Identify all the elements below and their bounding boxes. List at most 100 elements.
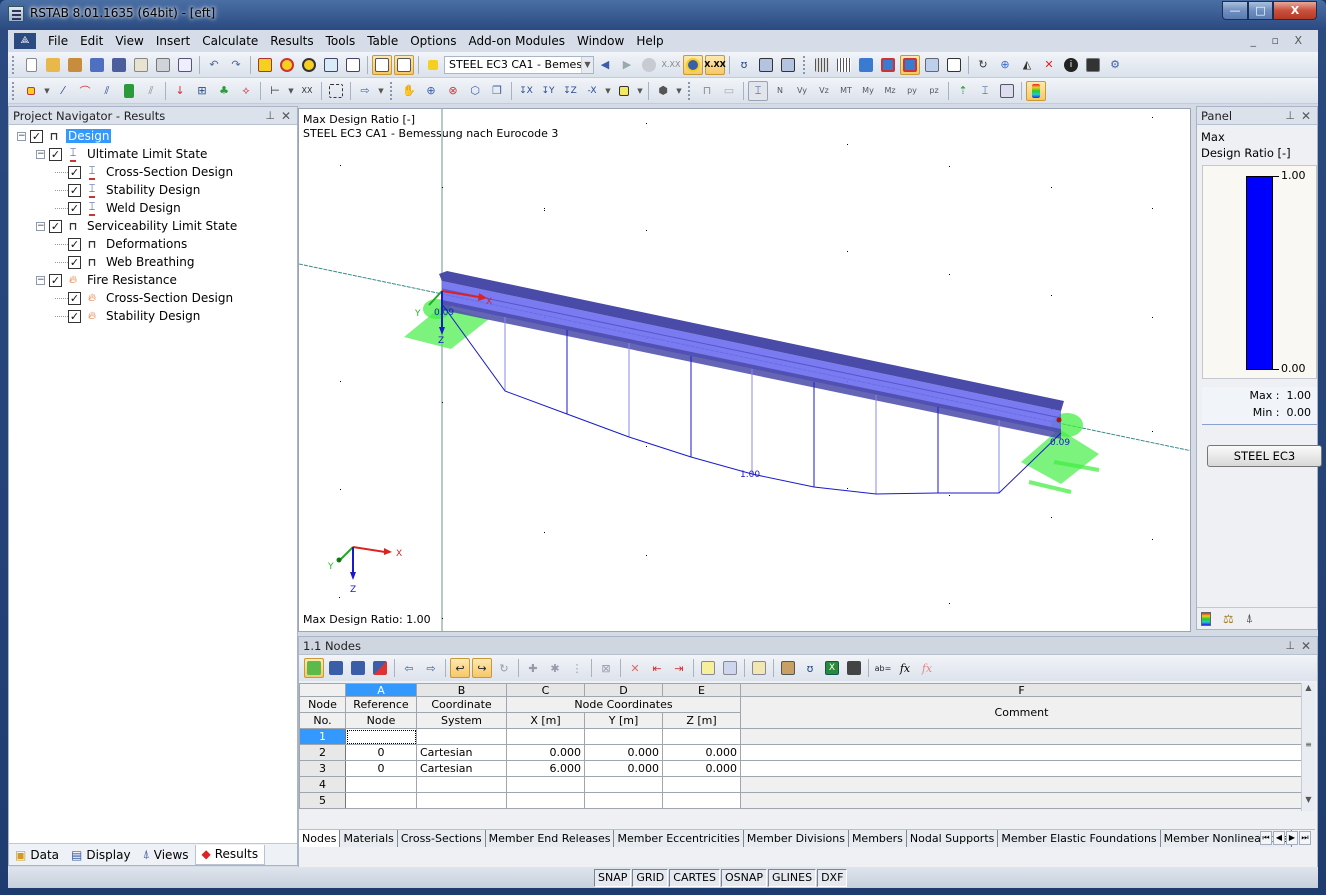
tree-item[interactable]: ✓ 🔥︎ Cross-Section Design bbox=[9, 289, 297, 307]
table-cell-z[interactable] bbox=[662, 792, 741, 809]
view-x-icon[interactable]: ↧X bbox=[516, 81, 536, 101]
scroll-down-icon[interactable]: ▼ bbox=[1302, 795, 1315, 804]
insert-row-icon[interactable] bbox=[326, 658, 346, 678]
results-icon[interactable] bbox=[639, 55, 659, 75]
settings-icon[interactable] bbox=[1083, 55, 1103, 75]
steel-ec3-button[interactable]: STEEL EC3 bbox=[1207, 445, 1322, 467]
open-database-icon[interactable] bbox=[87, 55, 107, 75]
delete-row-icon[interactable]: ✕ bbox=[625, 658, 645, 678]
table-cell-y[interactable] bbox=[584, 776, 663, 793]
tree-item[interactable]: ✓ ⌶ Cross-Section Design bbox=[9, 163, 297, 181]
zoom-node-icon[interactable] bbox=[277, 55, 297, 75]
table-view-icon[interactable] bbox=[372, 54, 392, 75]
tab-views[interactable]: ⍋ Views bbox=[137, 845, 195, 865]
tree-item[interactable]: ✓ ⊓ Deformations bbox=[9, 235, 297, 253]
color-panel-icon[interactable] bbox=[1026, 80, 1046, 101]
display-props-icon[interactable] bbox=[614, 81, 634, 101]
tree-checkbox[interactable]: ✓ bbox=[68, 165, 81, 179]
tree-checkbox[interactable]: ✓ bbox=[49, 273, 62, 287]
column-icon[interactable]: ⋮ bbox=[567, 658, 587, 678]
new-file-icon[interactable] bbox=[21, 55, 41, 75]
toolbar-grip[interactable] bbox=[688, 81, 692, 100]
iso-view-icon[interactable]: ⬡ bbox=[465, 81, 485, 101]
menu-table[interactable]: Table bbox=[361, 34, 404, 48]
3d-box-icon[interactable]: ❐ bbox=[487, 81, 507, 101]
rotate-icon[interactable]: ↻ bbox=[973, 55, 993, 75]
section-active-icon[interactable] bbox=[900, 54, 920, 75]
scroll-thumb[interactable]: ≡ bbox=[1302, 740, 1315, 749]
shift-left-icon[interactable]: ⇤ bbox=[647, 658, 667, 678]
tree-item[interactable]: − ✓ 🔥︎ Fire Resistance bbox=[9, 271, 297, 289]
excel-export-icon[interactable]: X bbox=[822, 658, 842, 678]
tree-checkbox[interactable]: ✓ bbox=[68, 255, 81, 269]
grid-icon[interactable] bbox=[834, 55, 854, 75]
next-table-icon[interactable]: ⇨ bbox=[421, 658, 441, 678]
sheet-tab[interactable]: Nodal Supports bbox=[906, 830, 999, 847]
open-archive-icon[interactable] bbox=[65, 55, 85, 75]
sheet-tab[interactable]: Member End Releases bbox=[485, 830, 615, 847]
color-scale[interactable]: 1.00 0.00 bbox=[1202, 165, 1317, 379]
close-icon[interactable]: ✕ bbox=[1301, 107, 1311, 125]
highlight-icon[interactable] bbox=[698, 658, 718, 678]
info-icon[interactable]: i bbox=[1061, 55, 1081, 75]
clear-icon[interactable]: ⊠ bbox=[596, 658, 616, 678]
tree-item[interactable]: ✓ 🔥︎ Stability Design bbox=[9, 307, 297, 325]
menu-options[interactable]: Options bbox=[404, 34, 462, 48]
edit-cell-icon[interactable] bbox=[749, 658, 769, 678]
insert-release-icon[interactable]: ⫽ bbox=[141, 81, 161, 101]
result-pz-icon[interactable]: pz bbox=[924, 81, 944, 101]
tree-item[interactable]: ✓ ⌶ Stability Design bbox=[9, 181, 297, 199]
column-e-header[interactable]: E bbox=[662, 683, 741, 697]
render-mode-icon[interactable]: ⬢ bbox=[653, 81, 673, 101]
clipboard-icon[interactable] bbox=[131, 55, 151, 75]
table-cell-ref[interactable] bbox=[345, 776, 417, 793]
table-cell-sys[interactable] bbox=[416, 776, 507, 793]
tree-checkbox[interactable]: ✓ bbox=[68, 309, 81, 323]
show-results-icon[interactable] bbox=[683, 54, 703, 75]
units-icon[interactable]: ʊ bbox=[800, 658, 820, 678]
tree-checkbox[interactable]: ✓ bbox=[30, 129, 43, 143]
balance-icon[interactable]: ⚖ bbox=[1223, 612, 1234, 626]
maximize-button[interactable]: □ bbox=[1248, 1, 1273, 20]
zoom-window-icon[interactable]: ⊕ bbox=[421, 81, 441, 101]
print-preview-icon[interactable] bbox=[175, 55, 195, 75]
table-cell-comment[interactable] bbox=[740, 792, 1303, 809]
pin-icon[interactable]: ⊥ bbox=[265, 107, 275, 125]
section-view-icon[interactable] bbox=[856, 55, 876, 75]
table-cell-comment[interactable] bbox=[740, 744, 1303, 761]
tree-checkbox[interactable]: ✓ bbox=[49, 219, 62, 233]
load-case-combo[interactable]: STEEL EC3 CA1 - Bemessun ▼ bbox=[444, 55, 594, 74]
cartes-toggle[interactable]: CARTES bbox=[669, 868, 720, 887]
view-filter-icon[interactable]: ⍋ bbox=[1246, 611, 1253, 626]
column-d-header[interactable]: D bbox=[584, 683, 663, 697]
dxf-toggle[interactable]: DXF bbox=[817, 868, 848, 887]
section-red-icon[interactable] bbox=[878, 55, 898, 75]
frame-view-icon[interactable] bbox=[944, 55, 964, 75]
menu-add-on-modules[interactable]: Add-on Modules bbox=[463, 34, 571, 48]
sheet-tab[interactable]: Nodes bbox=[299, 830, 341, 847]
table-grid-icon[interactable] bbox=[720, 658, 740, 678]
rotate-axis-icon[interactable]: ⊕ bbox=[995, 55, 1015, 75]
close-icon[interactable]: ✕ bbox=[281, 107, 291, 125]
snap-toggle[interactable]: SNAP bbox=[594, 868, 632, 887]
menu-file[interactable]: File bbox=[42, 34, 74, 48]
tab-data[interactable]: ▣ Data bbox=[9, 845, 65, 865]
tree-item[interactable]: ✓ ⊓ Web Breathing bbox=[9, 253, 297, 271]
table-cell-comment[interactable] bbox=[740, 728, 1303, 745]
edit-mode-icon[interactable] bbox=[304, 658, 324, 678]
column-c-header[interactable]: C bbox=[506, 683, 585, 697]
delete-formula-icon[interactable]: fx bbox=[917, 658, 937, 678]
dropdown-icon[interactable]: ▼ bbox=[287, 81, 295, 101]
column-f-header[interactable]: F bbox=[740, 683, 1303, 697]
open-folder-icon[interactable] bbox=[43, 55, 63, 75]
color-scale-icon[interactable] bbox=[1201, 611, 1211, 626]
mirror-icon[interactable]: ◭ bbox=[1017, 55, 1037, 75]
result-mt-icon[interactable]: MT bbox=[836, 81, 856, 101]
dropdown-icon[interactable]: ▼ bbox=[377, 81, 385, 101]
undo-icon[interactable]: ↶ bbox=[204, 55, 224, 75]
table-cell-x[interactable] bbox=[506, 792, 585, 809]
result-n-icon[interactable]: N bbox=[770, 81, 790, 101]
last-sheet-icon[interactable]: ⏭ bbox=[1299, 831, 1311, 845]
dropdown-icon[interactable]: ▼ bbox=[604, 81, 612, 101]
glines-toggle[interactable]: GLINES bbox=[768, 868, 817, 887]
